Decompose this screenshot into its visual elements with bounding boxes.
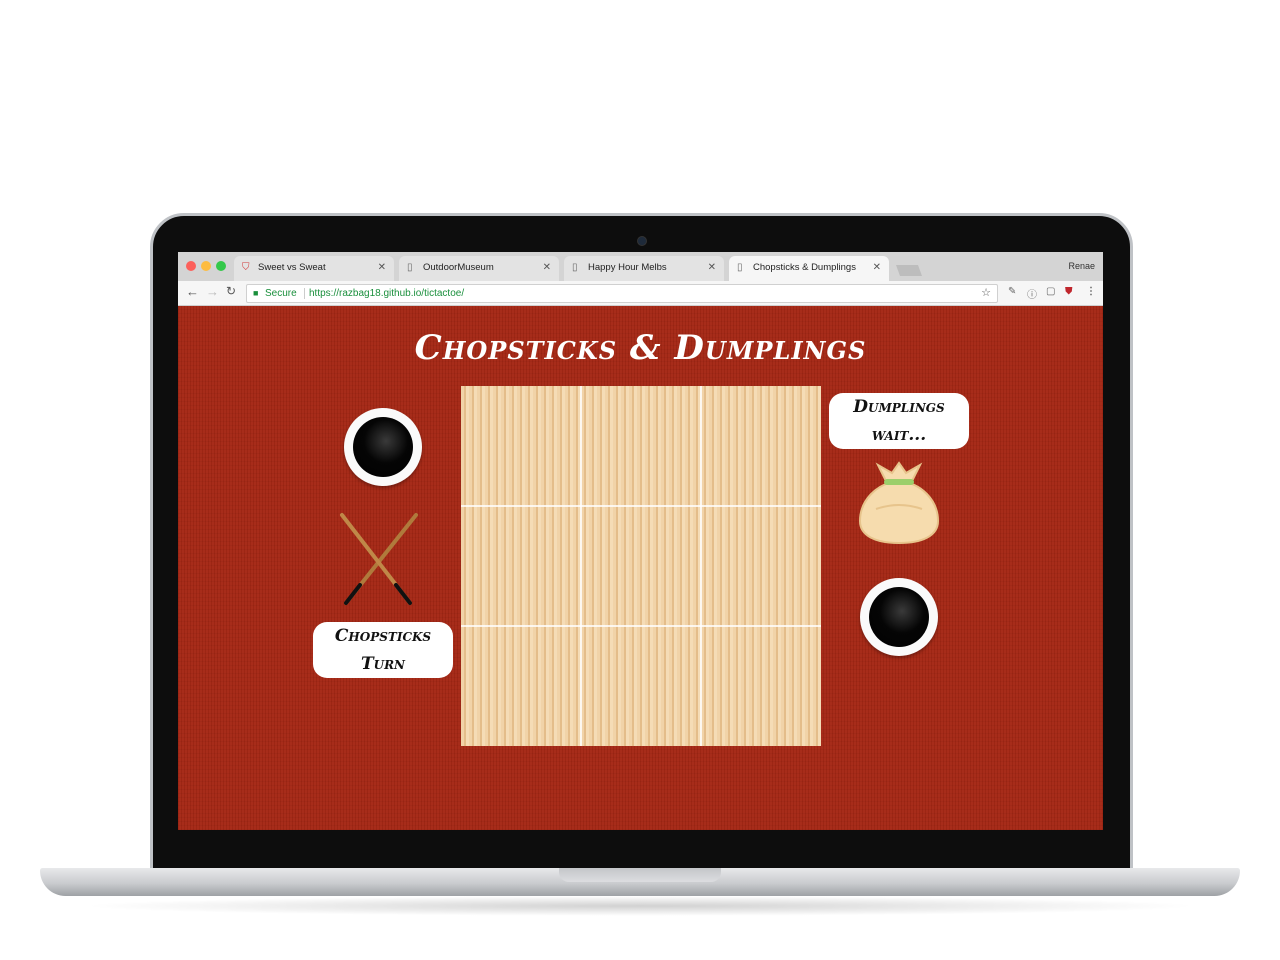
menu-kebab-icon[interactable]: ⋮ — [1086, 286, 1096, 297]
tab-label: Chopsticks & Dumplings — [753, 262, 856, 273]
address-bar[interactable]: ■ Secure https://razbag18.github.io/tict… — [246, 284, 998, 303]
board-grid-line — [461, 625, 821, 627]
soy-sauce-bowl-left — [344, 408, 422, 486]
info-extension-icon[interactable]: ⓘ — [1027, 286, 1037, 301]
reload-icon[interactable]: ↻ — [226, 284, 236, 298]
secure-label: Secure — [265, 288, 297, 299]
chopsticks-status-line1: Chopsticks — [334, 626, 432, 646]
close-tab-icon[interactable]: ✕ — [543, 262, 551, 273]
board-grid-line — [580, 386, 582, 746]
close-tab-icon[interactable]: ✕ — [708, 262, 716, 273]
board-cell-4[interactable] — [461, 506, 581, 626]
chopsticks-status-line2: Turn — [360, 654, 406, 674]
laptop-notch — [559, 868, 721, 882]
browser-toolbar: ← → ↻ ■ Secure https://razbag18.github.i… — [178, 281, 1103, 306]
tab-sweet-vs-sweat[interactable]: ⛉ Sweet vs Sweat ✕ — [234, 256, 394, 281]
board-cell-7[interactable] — [461, 626, 581, 746]
game-page: Chopsticks & Dumplings Chopsticks Turn D… — [178, 306, 1103, 830]
webcam — [637, 236, 647, 246]
profile-name[interactable]: Renae — [1068, 261, 1095, 271]
tab-label: OutdoorMuseum — [423, 262, 494, 273]
board-cell-5[interactable] — [581, 506, 701, 626]
close-tab-icon[interactable]: ✕ — [378, 262, 386, 273]
shield-icon: ⛉ — [242, 262, 250, 273]
close-tab-icon[interactable]: ✕ — [873, 262, 881, 273]
screen: ⛉ Sweet vs Sweat ✕ ▯ OutdoorMuseum ✕ ▯ H… — [178, 252, 1103, 830]
soy-sauce — [869, 587, 929, 647]
tab-happy-hour-melbs[interactable]: ▯ Happy Hour Melbs ✕ — [564, 256, 724, 281]
document-icon: ▯ — [737, 262, 743, 273]
url-text[interactable]: https://razbag18.github.io/tictactoe/ — [309, 285, 464, 302]
board-grid-line — [461, 505, 821, 507]
tab-outdoormuseum[interactable]: ▯ OutdoorMuseum ✕ — [399, 256, 559, 281]
divider — [304, 288, 305, 299]
dumplings-status-bubble: Dumplings wait... — [829, 393, 969, 449]
ublock-shield-icon[interactable]: ⛊ — [1065, 286, 1073, 297]
tab-label: Sweet vs Sweat — [258, 262, 326, 273]
chopsticks-icon — [340, 513, 418, 605]
forward-arrow-icon[interactable]: → — [206, 284, 219, 299]
board-cell-3[interactable] — [701, 386, 821, 506]
dumpling-icon — [858, 461, 940, 545]
minimize-window-button[interactable] — [201, 261, 211, 271]
lock-icon: ■ — [253, 288, 259, 298]
board-grid-line — [700, 386, 702, 746]
blank-extension-icon[interactable]: ▢ — [1046, 286, 1055, 297]
back-arrow-icon[interactable]: ← — [186, 284, 199, 299]
board-cell-1[interactable] — [461, 386, 581, 506]
board-cell-6[interactable] — [701, 506, 821, 626]
board-cell-9[interactable] — [701, 626, 821, 746]
tab-label: Happy Hour Melbs — [588, 262, 667, 273]
tab-chopsticks-dumplings[interactable]: ▯ Chopsticks & Dumplings ✕ — [729, 256, 889, 281]
new-tab-button[interactable] — [895, 265, 923, 276]
soy-sauce-bowl-right — [860, 578, 938, 656]
dumplings-status-line2: wait... — [871, 425, 927, 445]
close-window-button[interactable] — [186, 261, 196, 271]
eyedropper-extension-icon[interactable]: ✎ — [1008, 286, 1016, 297]
page-title: Chopsticks & Dumplings — [414, 328, 867, 368]
bookmark-star-icon[interactable]: ☆ — [981, 285, 991, 302]
tab-strip: ⛉ Sweet vs Sweat ✕ ▯ OutdoorMuseum ✕ ▯ H… — [178, 252, 1103, 281]
soy-sauce — [353, 417, 413, 477]
game-board — [461, 386, 821, 746]
laptop-shadow — [80, 896, 1200, 916]
dumplings-status-line1: Dumplings — [853, 397, 945, 417]
chopsticks-status-bubble: Chopsticks Turn — [313, 622, 453, 678]
maximize-window-button[interactable] — [216, 261, 226, 271]
board-cell-8[interactable] — [581, 626, 701, 746]
document-icon: ▯ — [407, 262, 413, 273]
document-icon: ▯ — [572, 262, 578, 273]
board-cell-2[interactable] — [581, 386, 701, 506]
